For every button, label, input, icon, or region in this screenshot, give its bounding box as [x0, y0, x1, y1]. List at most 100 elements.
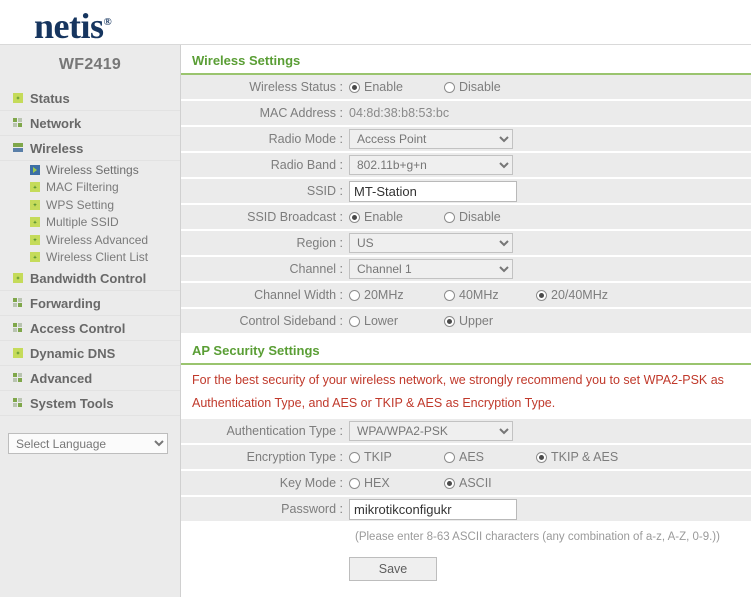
save-wrap: Save [181, 549, 437, 581]
sidebar-item-network[interactable]: Network [0, 111, 180, 136]
radio-control-sideband-lower[interactable]: Lower [349, 314, 444, 328]
bars-icon [13, 143, 23, 153]
row-channel: Channel : Channel 1 [181, 257, 751, 283]
channel-select[interactable]: Channel 1 [349, 259, 513, 279]
sidebar-item-label: Network [30, 115, 82, 131]
radio-channel-width-20mhz[interactable]: 20MHz [349, 288, 444, 302]
row-radio-band: Radio Band : 802.11b+g+n [181, 153, 751, 179]
radio-ssid-broadcast-disable[interactable]: Disable [444, 210, 501, 224]
radio-encryption-tkip[interactable]: TKIP [349, 450, 444, 464]
sidebar-item-bandwidth-control[interactable]: Bandwidth Control [0, 266, 180, 291]
control-sideband-label: Control Sideband : [239, 314, 343, 328]
wireless-status-radios: Enable Disable [349, 80, 751, 94]
radio-icon [536, 451, 547, 463]
key-mode-radios: HEX ASCII [349, 476, 751, 490]
password-field [349, 498, 751, 520]
ssid-input[interactable] [349, 180, 517, 202]
sidebar: WF2419 Status Network Wireless Wireless … [0, 45, 181, 597]
radio-channel-width-40mhz[interactable]: 40MHz [444, 288, 536, 302]
netis-logo: netis® [34, 1, 112, 47]
sidebar-item-advanced[interactable]: Advanced [0, 366, 180, 391]
radio-ssid-broadcast-enable[interactable]: Enable [349, 210, 444, 224]
radio-key-mode-hex[interactable]: HEX [349, 476, 444, 490]
region-select[interactable]: US [349, 233, 513, 253]
radio-label: 20/40MHz [551, 288, 608, 302]
sidebar-item-wireless-settings[interactable]: Wireless Settings [0, 161, 180, 179]
save-button[interactable]: Save [349, 557, 437, 581]
password-label: Password : [281, 502, 343, 516]
sidebar-item-wireless-advanced[interactable]: Wireless Advanced [0, 231, 180, 249]
green-dot-icon [30, 182, 40, 193]
sidebar-item-dynamic-dns[interactable]: Dynamic DNS [0, 341, 180, 366]
ssid-broadcast-label: SSID Broadcast : [247, 210, 343, 224]
radio-icon [349, 289, 360, 301]
radio-mode-select[interactable]: Access Point [349, 129, 513, 149]
radio-mode-label: Radio Mode : [268, 132, 343, 146]
wireless-settings-form: Wireless Status : Enable Disable MAC Add… [181, 75, 751, 335]
sidebar-item-label: Advanced [30, 370, 93, 386]
row-region: Region : US [181, 231, 751, 257]
radio-band-field: 802.11b+g+n [349, 155, 751, 175]
channel-field: Channel 1 [349, 259, 751, 279]
wireless-subnav: Wireless Settings MAC Filtering WPS Sett… [0, 161, 180, 266]
radio-icon [349, 451, 360, 463]
sidebar-subitem-label: Wireless Advanced [46, 232, 149, 247]
radio-icon [444, 315, 455, 327]
radio-label: Disable [459, 80, 501, 94]
row-control-sideband: Control Sideband : Lower Upper [181, 309, 751, 335]
sidebar-item-mac-filtering[interactable]: MAC Filtering [0, 179, 180, 197]
ssid-field [349, 180, 751, 202]
radio-label: Disable [459, 210, 501, 224]
green-dot-icon [13, 273, 23, 283]
region-label: Region : [296, 236, 343, 250]
page-header: netis® [0, 0, 751, 47]
ap-security-title: AP Security Settings [181, 335, 751, 365]
sidebar-item-access-control[interactable]: Access Control [0, 316, 180, 341]
radio-band-select[interactable]: 802.11b+g+n [349, 155, 513, 175]
radio-control-sideband-upper[interactable]: Upper [444, 314, 493, 328]
radio-wireless-status-enable[interactable]: Enable [349, 80, 444, 94]
sidebar-item-multiple-ssid[interactable]: Multiple SSID [0, 214, 180, 232]
channel-width-label: Channel Width : [254, 288, 343, 302]
ap-security-form: Authentication Type : WPA/WPA2-PSK Encry… [181, 419, 751, 581]
radio-icon [444, 81, 455, 93]
sidebar-item-status[interactable]: Status [0, 86, 180, 111]
authentication-type-select[interactable]: WPA/WPA2-PSK [349, 421, 513, 441]
radio-icon [444, 289, 455, 301]
green-dot-icon [30, 199, 40, 210]
sidebar-subitem-label: Multiple SSID [46, 215, 119, 230]
radio-key-mode-ascii[interactable]: ASCII [444, 476, 492, 490]
sidebar-item-wps-setting[interactable]: WPS Setting [0, 196, 180, 214]
green-dot-icon [30, 234, 40, 245]
region-field: US [349, 233, 751, 253]
mac-address-label: MAC Address : [259, 106, 343, 120]
radio-label: Enable [364, 210, 403, 224]
radio-encryption-tkip-aes[interactable]: TKIP & AES [536, 450, 618, 464]
radio-label: TKIP [364, 450, 392, 464]
control-sideband-radios: Lower Upper [349, 314, 751, 328]
sidebar-subitem-label: Wireless Client List [46, 250, 149, 265]
radio-label: AES [459, 450, 485, 464]
row-password: Password : [181, 497, 751, 523]
radio-icon [349, 315, 360, 327]
sidebar-item-wireless[interactable]: Wireless [0, 136, 180, 161]
channel-width-radios: 20MHz 40MHz 20/40MHz [349, 288, 751, 302]
language-select[interactable]: Select Language [8, 433, 168, 454]
green-dot-icon [13, 93, 23, 103]
sidebar-item-system-tools[interactable]: System Tools [0, 391, 180, 416]
main-nav-lower: Bandwidth Control Forwarding Access Cont… [0, 266, 180, 416]
grid-squares-icon [13, 323, 23, 333]
sidebar-item-label: Access Control [30, 320, 126, 336]
main-nav: Status Network Wireless [0, 86, 180, 161]
radio-encryption-aes[interactable]: AES [444, 450, 536, 464]
radio-wireless-status-disable[interactable]: Disable [444, 80, 501, 94]
radio-icon [349, 211, 360, 223]
grid-squares-icon [13, 118, 23, 128]
grid-squares-icon [13, 298, 23, 308]
sidebar-item-wireless-client-list[interactable]: Wireless Client List [0, 249, 180, 267]
sidebar-item-label: System Tools [30, 395, 114, 411]
password-input[interactable] [349, 498, 517, 520]
sidebar-item-forwarding[interactable]: Forwarding [0, 291, 180, 316]
mac-address-value-wrap: 04:8d:38:b8:53:bc [349, 106, 751, 120]
radio-channel-width-20-40mhz[interactable]: 20/40MHz [536, 288, 608, 302]
